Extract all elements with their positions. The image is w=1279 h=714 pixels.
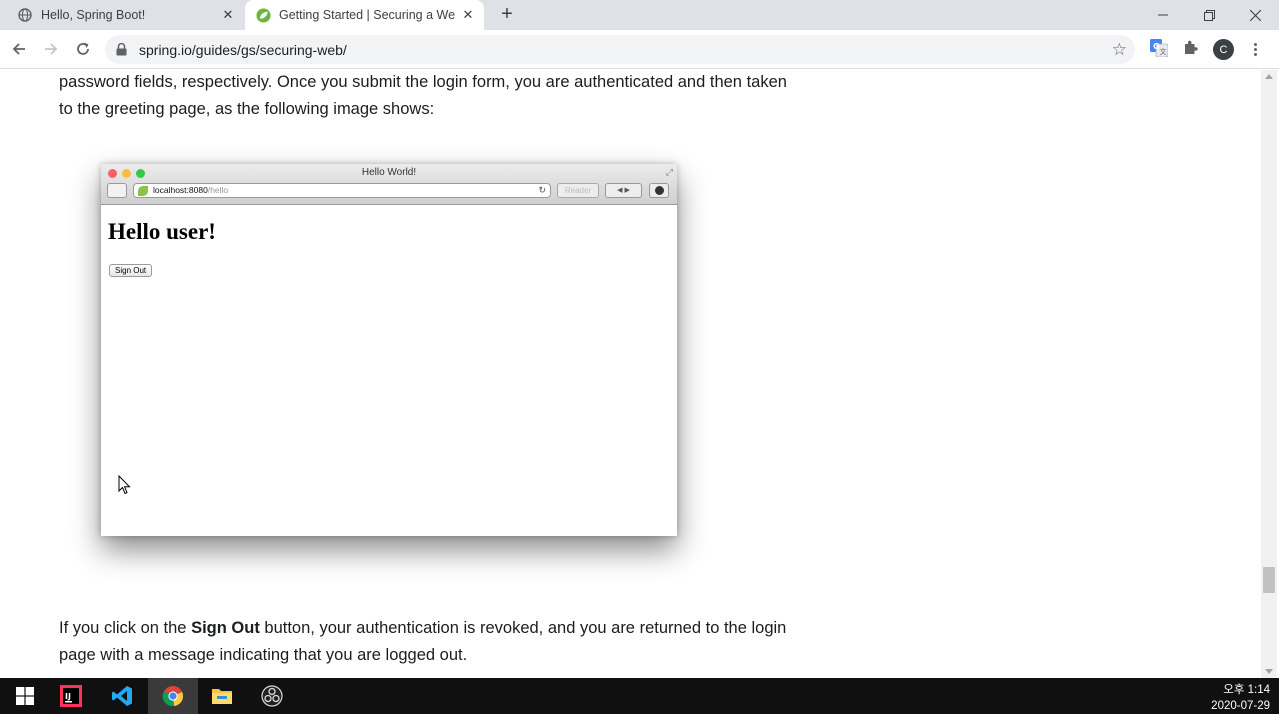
browser-toolbar: spring.io/guides/gs/securing-web/ ☆ G文 C [0,30,1279,69]
new-tab-button[interactable]: + [497,4,517,24]
back-forward-arrows: ◀ ▶ [605,183,642,198]
close-icon [1249,9,1261,21]
tab-strip: Hello, Spring Boot! ✕ Getting Started | … [0,0,1279,30]
clock-time: 오후 1:14 [1223,684,1270,696]
svg-text:IJ: IJ [65,692,71,701]
paragraph-text: If you click on the [59,619,192,637]
file-explorer-icon[interactable] [197,678,247,714]
paragraph-text: button, your authentication is revoked, … [259,619,787,637]
clock-date: 2020-07-29 [1211,700,1270,712]
windows-start-icon[interactable] [0,678,50,714]
bookmark-star-icon[interactable]: ☆ [1112,40,1127,60]
forward-button[interactable] [40,38,62,60]
embedded-host: localhost:8080 [153,185,208,195]
extensions-puzzle-icon[interactable] [1182,39,1202,59]
close-window-button[interactable] [1232,0,1278,30]
embedded-reload-icon: ↻ [538,185,546,195]
url-text: spring.io/guides/gs/securing-web/ [139,42,347,58]
embedded-sign-out-button: Sign Out [109,264,153,277]
back-button[interactable] [8,38,30,60]
mac-window-title: Hello World! [361,167,417,178]
arrow-right-icon [45,43,58,55]
embedded-path: /hello [207,185,229,195]
paragraph-line: password fields, respectively. Once you … [59,73,787,91]
scrollbar-thumb[interactable] [1263,567,1275,593]
mouse-cursor-icon [118,475,131,495]
article-paragraph-bottom: If you click on the Sign Out button, you… [59,615,819,669]
mac-window-titlebar: Hello World! ⤢ localhost:8080/hello ↻ Re… [101,164,677,205]
address-bar[interactable]: spring.io/guides/gs/securing-web/ ☆ [105,35,1135,64]
scroll-up-arrow-icon[interactable] [1265,74,1273,79]
profile-avatar[interactable]: C [1213,39,1234,60]
page-content: password fields, respectively. Once you … [0,70,1261,678]
reader-button: Reader [557,183,599,198]
obs-icon[interactable] [247,678,297,714]
downloads-icon [649,183,669,198]
tab-hello-spring-boot[interactable]: Hello, Spring Boot! ✕ [0,0,244,30]
tab-title: Hello, Spring Boot! [41,8,146,22]
paragraph-line: page with a message indicating that you … [59,646,468,664]
chrome-icon[interactable] [148,678,198,714]
lock-icon [116,43,127,56]
tab-securing-web[interactable]: Getting Started | Securing a We ✕ [245,0,484,30]
vscode-icon[interactable] [97,678,147,714]
intellij-icon[interactable]: IJ [46,678,96,714]
fullscreen-icon: ⤢ [665,167,673,177]
vertical-scrollbar[interactable] [1261,70,1277,678]
leaf-icon [138,186,148,196]
system-clock[interactable]: 오후 1:14 2020-07-29 [1211,682,1270,714]
article-paragraph-top: password fields, respectively. Once you … [59,70,819,123]
minimize-button[interactable] [1140,0,1186,30]
more-menu-icon[interactable] [1249,39,1261,59]
sign-out-emphasis: Sign Out [191,619,260,637]
scroll-down-arrow-icon[interactable] [1265,669,1273,674]
reload-icon [77,42,89,55]
reload-button[interactable] [72,38,94,60]
close-tab-icon[interactable]: ✕ [220,7,236,23]
embedded-heading: Hello user! [108,219,216,244]
paragraph-line: to the greeting page, as the following i… [59,100,435,118]
svg-text:文: 文 [1160,47,1167,56]
globe-icon [17,7,33,23]
minimize-icon [1158,14,1168,16]
arrow-left-icon [12,43,25,55]
share-icon [107,183,127,198]
restore-icon [1203,9,1215,21]
embedded-screenshot: Hello World! ⤢ localhost:8080/hello ↻ Re… [101,164,677,536]
google-translate-icon[interactable]: G文 [1150,39,1170,59]
tab-title: Getting Started | Securing a We [279,8,456,22]
close-tab-icon[interactable]: ✕ [460,7,476,23]
restore-button[interactable] [1186,0,1232,30]
embedded-address-bar: localhost:8080/hello ↻ [133,183,551,198]
spring-leaf-icon [255,7,271,23]
windows-taskbar: IJ 오후 1:14 2020-07-29 [0,678,1279,714]
